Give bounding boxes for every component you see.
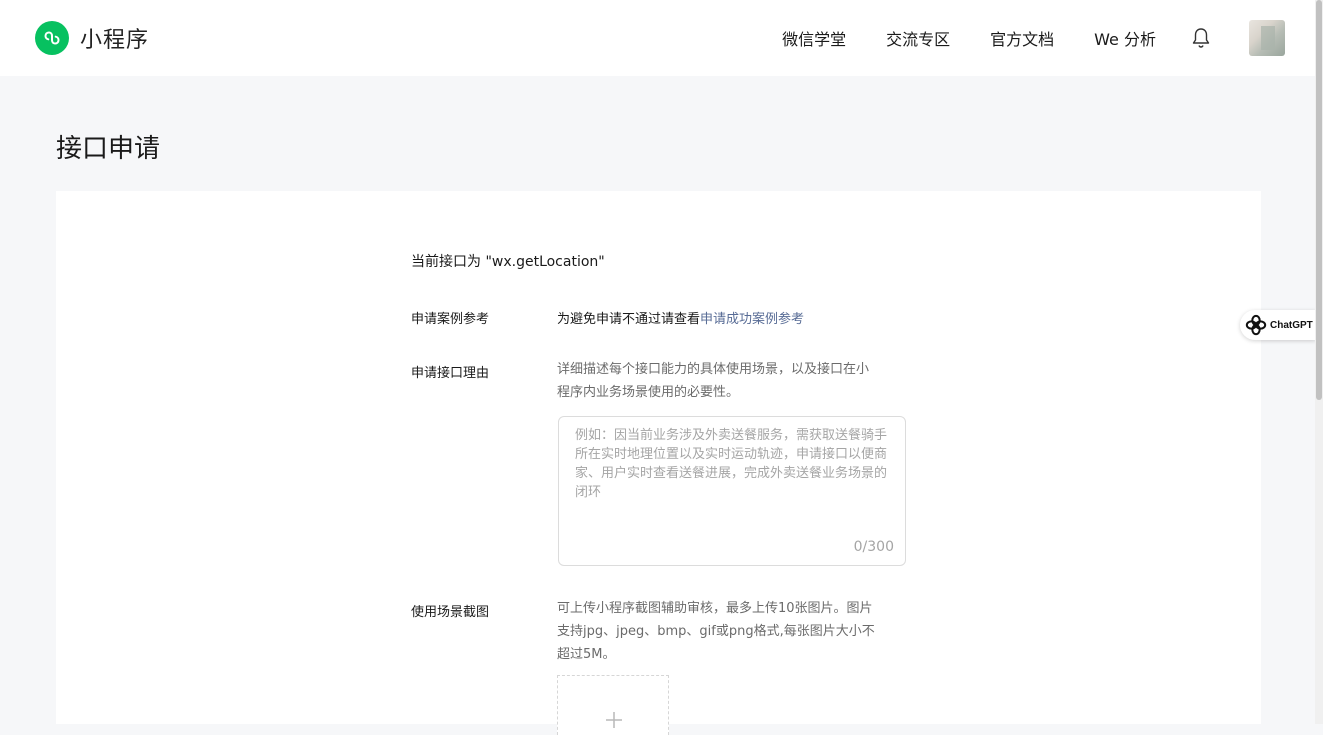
case-reference-link[interactable]: 申请成功案例参考 <box>700 312 804 327</box>
reason-label: 申请接口理由 <box>411 366 490 381</box>
chatgpt-badge-label: ChatGPT <box>1270 319 1313 331</box>
case-reference-text: 为避免申请不通过请查看 <box>557 312 701 327</box>
mini-program-logo-icon <box>35 21 69 55</box>
logo-text: 小程序 <box>80 28 150 53</box>
plus-icon <box>606 712 622 728</box>
screenshot-hint-line: 支持jpg、jpeg、bmp、gif或png格式,每张图片大小不 <box>557 624 875 639</box>
reason-textarea-container: 0/300 <box>558 416 906 566</box>
chatgpt-extension-badge[interactable]: ChatGPT <box>1240 310 1316 340</box>
screenshot-label: 使用场景截图 <box>411 605 490 620</box>
nav-wechat-academy[interactable]: 微信学堂 <box>782 26 846 50</box>
current-api-text: 当前接口为 "wx.getLocation" <box>411 254 605 270</box>
nav-official-docs[interactable]: 官方文档 <box>990 26 1054 50</box>
page-title: 接口申请 <box>56 134 161 164</box>
screenshot-upload-button[interactable] <box>557 675 669 735</box>
scrollbar-thumb[interactable] <box>1316 0 1322 400</box>
reason-char-counter: 0/300 <box>853 539 894 555</box>
reason-hint: 详细描述每个接口能力的具体使用场景，以及接口在小 程序内业务场景使用的必要性。 <box>557 358 907 404</box>
api-application-form: 当前接口为 "wx.getLocation" 申请案例参考 为避免申请不通过请查… <box>56 191 1261 735</box>
nav-community[interactable]: 交流专区 <box>886 26 950 50</box>
reason-hint-line: 程序内业务场景使用的必要性。 <box>557 385 740 400</box>
mini-program-logo[interactable]: 小程序 <box>35 21 149 55</box>
top-navigation-bar: 小程序 微信学堂 交流专区 官方文档 We 分析 <box>0 0 1315 76</box>
user-avatar[interactable] <box>1249 20 1285 56</box>
notification-bell-icon[interactable] <box>1190 27 1212 49</box>
case-reference-content: 为避免申请不通过请查看申请成功案例参考 <box>557 308 804 327</box>
page-scrollbar[interactable] <box>1315 0 1323 724</box>
screenshot-hint-line: 可上传小程序截图辅助审核，最多上传10张图片。图片 <box>557 601 873 616</box>
reason-hint-line: 详细描述每个接口能力的具体使用场景，以及接口在小 <box>557 362 870 377</box>
screenshot-hint-line: 超过5M。 <box>557 647 616 662</box>
case-reference-label: 申请案例参考 <box>411 312 490 327</box>
main-nav: 微信学堂 交流专区 官方文档 We 分析 <box>782 0 1315 76</box>
screenshot-hint: 可上传小程序截图辅助审核，最多上传10张图片。图片 支持jpg、jpeg、bmp… <box>557 597 907 666</box>
nav-we-analytics[interactable]: We 分析 <box>1094 26 1156 50</box>
chatgpt-logo-icon <box>1245 314 1267 336</box>
